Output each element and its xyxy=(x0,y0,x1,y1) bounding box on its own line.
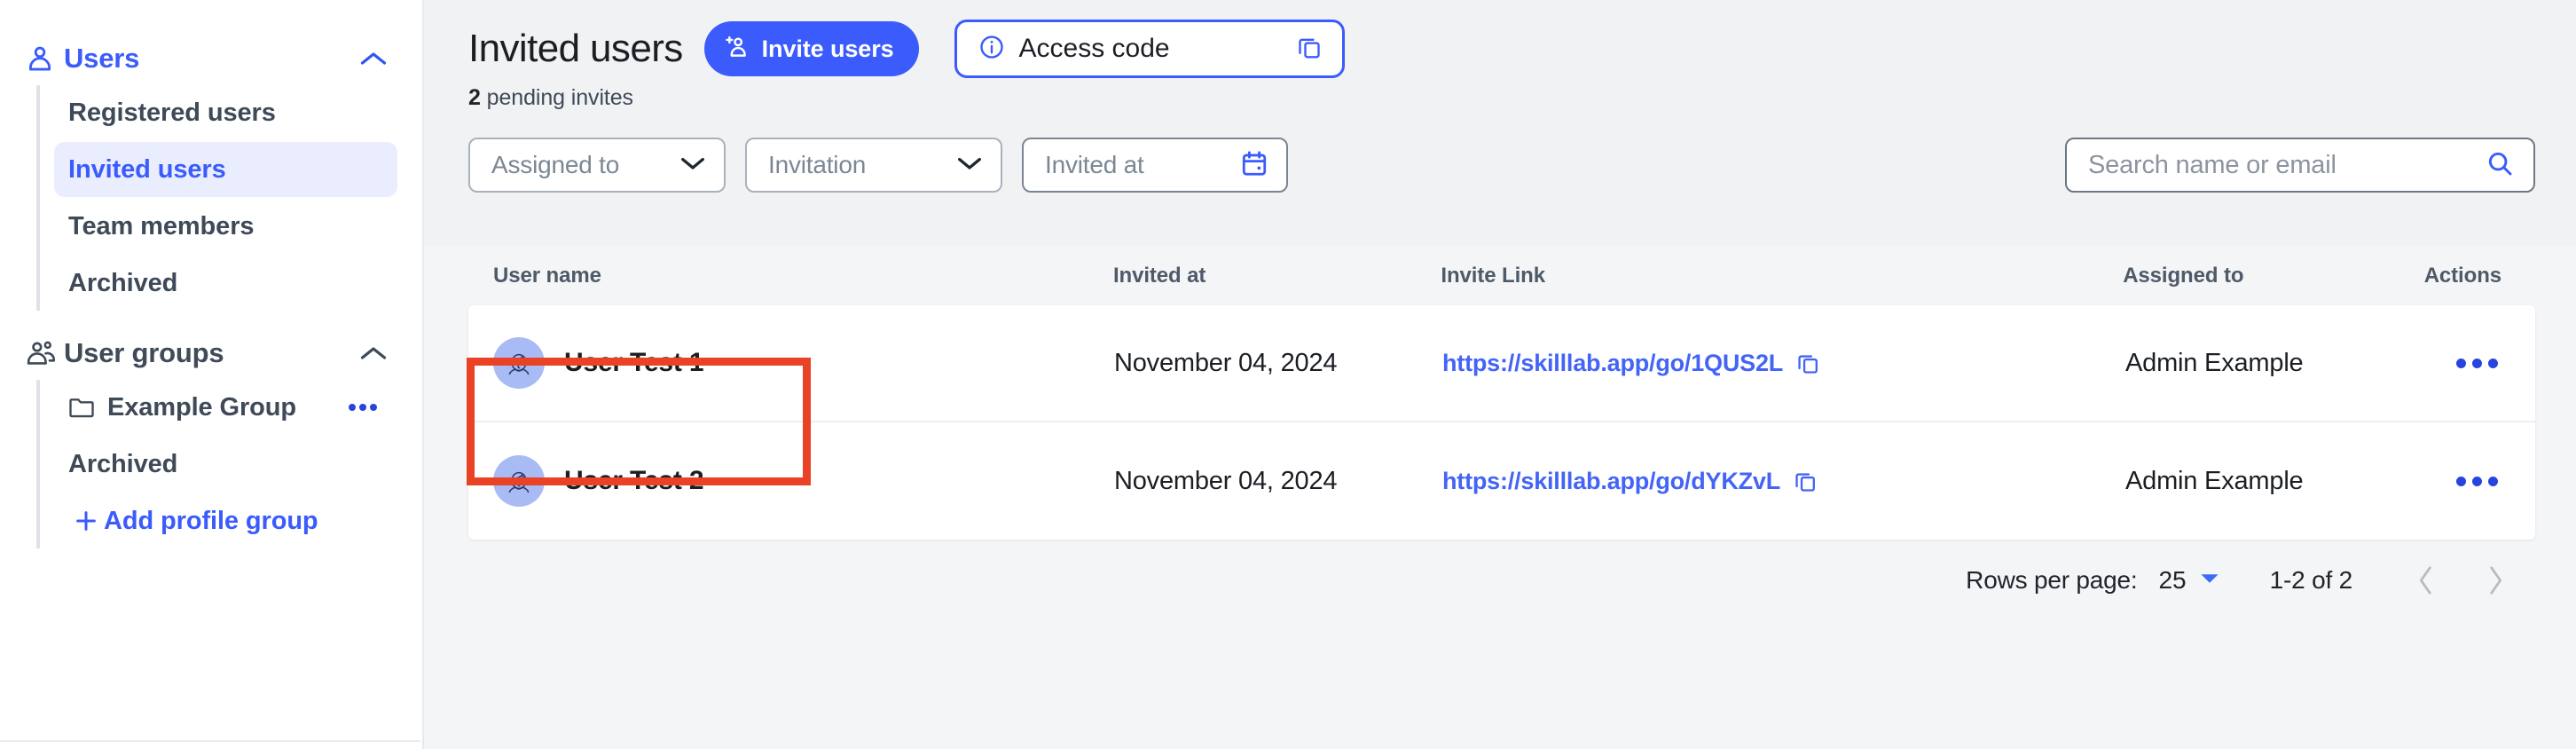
plus-icon xyxy=(68,508,104,534)
sidebar-divider xyxy=(0,740,420,742)
invite-link[interactable]: https://skilllab.app/go/dYKZvL xyxy=(1442,468,1780,495)
filter-invitation-label: Invitation xyxy=(768,151,867,178)
app-root: Users Registered users Invited users Tea… xyxy=(0,0,2576,749)
pending-invites-count: 2 xyxy=(468,85,481,110)
kebab-icon[interactable] xyxy=(2451,350,2503,377)
chevron-down-icon xyxy=(956,154,983,177)
cell-actions xyxy=(2427,468,2510,495)
cell-invite-link: https://skilllab.app/go/dYKZvL xyxy=(1442,468,2125,495)
invite-users-label: Invite users xyxy=(761,35,894,62)
access-code-label: Access code xyxy=(1018,34,1170,63)
filter-assigned-to[interactable]: Assigned to xyxy=(468,138,726,193)
rows-per-page-select[interactable]: 25 xyxy=(2158,566,2219,595)
cell-assigned-to: Admin Example xyxy=(2125,466,2304,495)
chevron-down-icon xyxy=(679,154,706,177)
rows-per-page-value: 25 xyxy=(2158,566,2187,594)
sidebar-item-registered-users[interactable]: Registered users xyxy=(54,85,397,140)
kebab-icon[interactable] xyxy=(342,402,383,413)
users-table: User Test 1 November 04, 2024 https://sk… xyxy=(468,305,2535,540)
search-input[interactable] xyxy=(2088,150,2486,180)
cell-actions xyxy=(2427,350,2510,377)
invite-link[interactable]: https://skilllab.app/go/1QUS2L xyxy=(1442,350,1783,377)
sidebar: Users Registered users Invited users Tea… xyxy=(0,0,424,749)
chevron-up-icon[interactable] xyxy=(358,43,389,74)
user-name-text: User Test 1 xyxy=(564,348,704,377)
sidebar-item-invited-users[interactable]: Invited users xyxy=(54,142,397,197)
chevron-left-icon[interactable] xyxy=(2400,555,2452,606)
filter-assigned-to-label: Assigned to xyxy=(491,151,620,178)
avatar-icon xyxy=(493,455,545,507)
sidebar-item-label: Archived xyxy=(68,449,178,478)
caret-down-icon xyxy=(2199,572,2220,590)
sidebar-item-label: Add profile group xyxy=(104,506,318,535)
access-code-button[interactable]: Access code xyxy=(954,20,1345,78)
main-content: Invited users Invite users Access code 2… xyxy=(424,0,2576,749)
column-header-assigned-to: Assigned to xyxy=(2123,264,2244,288)
page-title: Invited users xyxy=(468,26,683,70)
sidebar-item-label: Example Group xyxy=(107,392,297,422)
user-icon xyxy=(25,43,64,75)
rows-per-page-label: Rows per page: xyxy=(1966,566,2138,594)
sidebar-item-team-members[interactable]: Team members xyxy=(54,199,397,254)
sidebar-section-users[interactable]: Users xyxy=(0,34,422,83)
column-header-user-name: User name xyxy=(493,264,601,288)
users-group-icon xyxy=(25,337,64,369)
sidebar-section-user-groups[interactable]: User groups xyxy=(0,328,422,378)
user-plus-icon xyxy=(724,32,750,67)
sidebar-item-label: Team members xyxy=(68,211,255,240)
filter-invitation[interactable]: Invitation xyxy=(745,138,1002,193)
page-header-band: Invited users Invite users Access code 2… xyxy=(424,0,2576,247)
column-header-invite-link: Invite Link xyxy=(1441,264,1545,288)
table-header-row: User name Invited at Invite Link Assigne… xyxy=(468,247,2535,305)
sidebar-item-label: Invited users xyxy=(68,154,226,184)
copy-icon[interactable] xyxy=(1296,34,1323,65)
cell-invite-link: https://skilllab.app/go/1QUS2L xyxy=(1442,350,2125,377)
table-band: User name Invited at Invite Link Assigne… xyxy=(424,247,2576,749)
sidebar-users-children: Registered users Invited users Team memb… xyxy=(36,85,422,311)
folder-icon xyxy=(68,396,107,419)
chevron-up-icon[interactable] xyxy=(358,338,389,368)
sidebar-item-label: Registered users xyxy=(68,98,276,127)
cell-invited-at: November 04, 2024 xyxy=(1114,466,1338,495)
column-header-invited-at: Invited at xyxy=(1112,264,1206,288)
title-row: Invited users Invite users Access code xyxy=(468,20,2535,78)
table-row[interactable]: User Test 1 November 04, 2024 https://sk… xyxy=(468,305,2535,422)
cell-assigned-to: Admin Example xyxy=(2125,348,2304,377)
filter-invited-at-label: Invited at xyxy=(1045,151,1144,178)
filter-bar: Assigned to Invitation Invited at Search… xyxy=(468,138,2535,193)
search-icon[interactable] xyxy=(2486,149,2514,182)
avatar-icon xyxy=(493,337,545,389)
calendar-icon[interactable] xyxy=(1240,149,1268,182)
pagination: Rows per page: 25 1-2 of 2 xyxy=(468,540,2535,621)
search-box[interactable] xyxy=(2065,138,2535,193)
table-row[interactable]: User Test 2 November 04, 2024 https://sk… xyxy=(468,422,2535,540)
user-name-text: User Test 2 xyxy=(564,466,704,495)
sidebar-groups-children: Example Group Archived Add profile group xyxy=(36,380,422,548)
pending-invites-text: pending invites xyxy=(486,85,633,110)
sidebar-item-example-group[interactable]: Example Group xyxy=(54,380,397,435)
sidebar-section-label: Users xyxy=(64,43,140,74)
cell-user-name[interactable]: User Test 2 xyxy=(493,455,1114,507)
filter-invited-at[interactable]: Invited at xyxy=(1022,138,1288,193)
pagination-range: 1-2 of 2 xyxy=(2269,566,2353,594)
chevron-right-icon[interactable] xyxy=(2470,555,2521,606)
invite-users-button[interactable]: Invite users xyxy=(703,21,919,76)
column-header-actions: Actions xyxy=(2423,264,2501,288)
kebab-icon[interactable] xyxy=(2451,468,2503,495)
sidebar-item-archived-groups[interactable]: Archived xyxy=(54,437,397,492)
sidebar-item-add-profile-group[interactable]: Add profile group xyxy=(54,493,397,548)
copy-icon[interactable] xyxy=(1795,351,1820,375)
pending-invites-subtitle: 2 pending invites xyxy=(468,85,2535,111)
sidebar-item-label: Archived xyxy=(68,268,178,297)
sidebar-item-archived-users[interactable]: Archived xyxy=(54,256,397,311)
copy-icon[interactable] xyxy=(1793,469,1818,493)
sidebar-section-label: User groups xyxy=(64,337,224,368)
cell-user-name[interactable]: User Test 1 xyxy=(493,337,1114,389)
cell-invited-at: November 04, 2024 xyxy=(1114,348,1338,377)
info-icon xyxy=(978,34,1005,65)
